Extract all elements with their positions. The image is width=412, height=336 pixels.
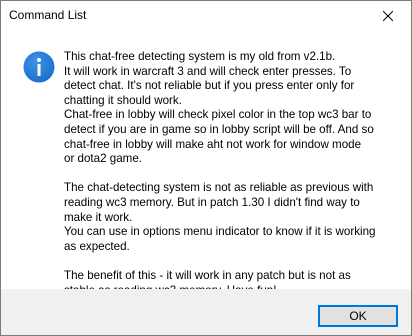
- message-line: It will work in warcraft 3 and will chec…: [64, 64, 352, 78]
- window-title: Command List: [9, 8, 87, 22]
- title-bar[interactable]: Command List: [1, 1, 411, 31]
- close-icon: [383, 11, 393, 21]
- close-button[interactable]: [365, 1, 411, 31]
- info-icon: [23, 51, 55, 83]
- message-line: This chat-free detecting system is my ol…: [64, 50, 336, 63]
- message-line: chat-free in lobby will make aht not wor…: [64, 137, 362, 151]
- message-line: as expected.: [64, 239, 130, 253]
- message-line: reading wc3 memory. But in patch 1.30 I …: [64, 195, 360, 209]
- message-line: detect if you are in game so in lobby sc…: [64, 122, 374, 136]
- message-line: The benefit of this - it will work in an…: [64, 268, 351, 282]
- message-gap: [64, 167, 399, 182]
- message-line: Chat-free in lobby will check pixel colo…: [64, 108, 372, 122]
- message-line: detect chat. It's not reliable but if yo…: [64, 79, 355, 93]
- message-line: The chat-detecting system is not as reli…: [64, 181, 374, 195]
- dialog-body: This chat-free detecting system is my ol…: [1, 31, 411, 297]
- message-gap: [64, 254, 399, 269]
- dialog-footer: OK: [1, 289, 411, 335]
- message-line: You can use in options menu indicator to…: [64, 225, 376, 239]
- message-line: make it work.: [64, 210, 133, 224]
- command-list-dialog: Command List This chat-free detecting sy…: [0, 0, 412, 336]
- message-line: or dota2 game.: [64, 152, 142, 166]
- ok-button[interactable]: OK: [318, 305, 398, 327]
- message-line: chatting it should work.: [64, 93, 182, 107]
- message-text: This chat-free detecting system is my ol…: [64, 50, 399, 298]
